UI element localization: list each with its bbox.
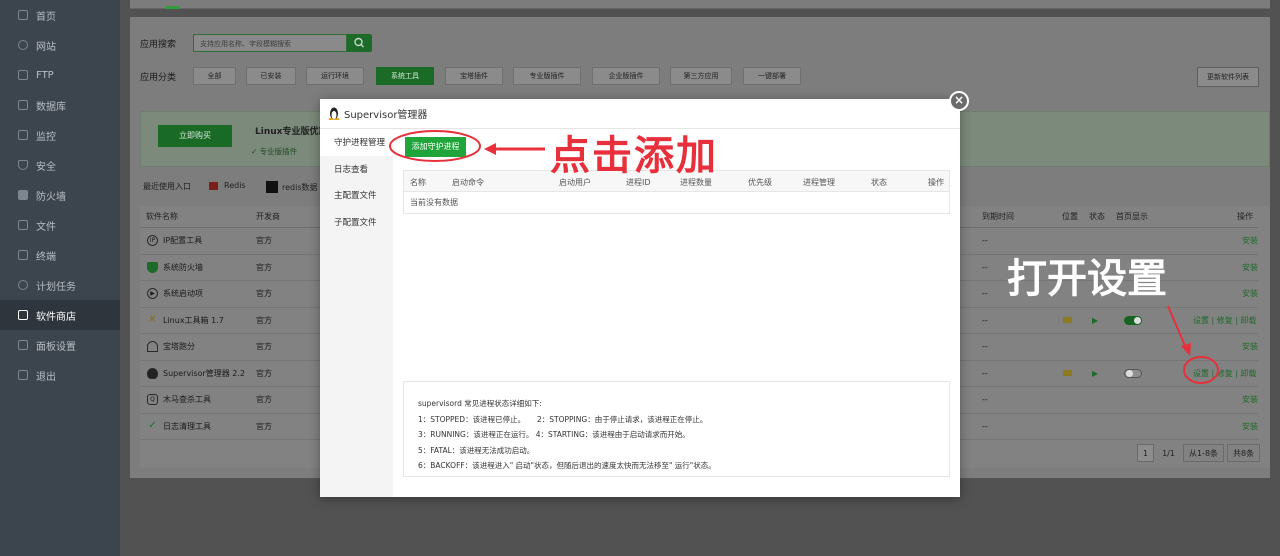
empty-message: 当前没有数据 (410, 198, 458, 207)
linux-penguin-icon (147, 367, 158, 379)
search-label: 应用搜索 (140, 40, 177, 50)
col-actions: 操作 (1237, 212, 1253, 221)
menu-sub-config[interactable]: 子配置文件 (320, 209, 393, 236)
tools-icon: ✕ (148, 313, 157, 325)
install-button[interactable]: 安装 (1242, 228, 1258, 254)
close-icon[interactable]: × (949, 91, 969, 111)
row-actions[interactable]: 设置 | 修复 | 卸载 (1193, 361, 1257, 387)
category-enterprise-plugins[interactable]: 企业版插件 (592, 67, 660, 85)
recent-item-redis[interactable]: Redis (209, 181, 246, 190)
category-label: 应用分类 (140, 73, 177, 83)
folder-icon (18, 220, 28, 230)
install-button[interactable]: 安装 (1242, 281, 1258, 307)
broom-icon: ✓ (148, 419, 157, 431)
clock-icon (18, 280, 28, 290)
category-bt-plugins[interactable]: 宝塔插件 (445, 67, 503, 85)
col-status: 状态 (1089, 212, 1105, 221)
sidebar-item-firewall[interactable]: 防火墙 (0, 180, 120, 210)
sidebar-item-files[interactable]: 文件 (0, 210, 120, 240)
globe-icon (18, 40, 28, 50)
sidebar-item-website[interactable]: 网站 (0, 30, 120, 60)
sidebar-item-terminal[interactable]: 终端 (0, 240, 120, 270)
sidebar-item-logout[interactable]: 退出 (0, 360, 120, 390)
update-list-button[interactable]: 更新软件列表 (1197, 67, 1259, 87)
shield-icon (18, 160, 28, 170)
promo-subtitle: ✓ 专业版插件 (251, 147, 298, 156)
shield-icon (147, 261, 158, 273)
sidebar-item-monitor[interactable]: 监控 (0, 120, 120, 150)
sidebar-item-home[interactable]: 首页 (0, 0, 120, 30)
ip-icon: IP (147, 235, 158, 247)
sidebar: 首页 网站 FTP 数据库 监控 安全 防火墙 文件 终端 计划任务 软件商店 … (0, 0, 120, 556)
annotation-open-settings: 打开设置 (1007, 256, 1167, 302)
home-display-toggle[interactable] (1124, 361, 1142, 387)
trojan-scan-icon: Q (147, 394, 158, 406)
modal-title: Supervisor管理器 (344, 110, 428, 121)
recent-label: 最近使用入口 (143, 182, 191, 191)
active-tab-indicator (166, 6, 180, 9)
play-icon[interactable]: ▶ (1092, 308, 1098, 334)
firewall-icon (18, 190, 28, 200)
page-count: 1/1 (1162, 448, 1175, 458)
top-tab-bar (130, 0, 1270, 9)
annotation-click-add: 点击添加 (550, 133, 718, 179)
home-display-toggle[interactable] (1124, 308, 1142, 334)
category-installed[interactable]: 已安装 (246, 67, 296, 85)
install-button[interactable]: 安装 (1242, 255, 1258, 281)
menu-log-view[interactable]: 日志查看 (320, 156, 393, 183)
search-input[interactable]: 支持应用名称、字段模糊搜索 (193, 34, 347, 52)
page-range: 从1-8条 (1182, 444, 1225, 462)
search-icon (354, 37, 364, 48)
col-home-display: 首页显示 (1116, 212, 1148, 221)
sidebar-item-settings[interactable]: 面板设置 (0, 330, 120, 360)
gauge-icon (147, 341, 158, 353)
folder-icon[interactable] (1063, 361, 1072, 387)
col-name: 软件名称 (146, 212, 178, 221)
col-expire: 到期时间 (982, 212, 1014, 221)
category-pro-plugins[interactable]: 专业版插件 (513, 67, 581, 85)
ftp-icon (18, 70, 28, 80)
row-actions[interactable]: 设置 | 修复 | 卸载 (1193, 308, 1257, 334)
terminal-icon (18, 250, 28, 260)
col-location: 位置 (1062, 212, 1078, 221)
pagination: 1 1/1 从1-8条 共8条 (1134, 443, 1261, 463)
category-all[interactable]: 全部 (193, 67, 236, 85)
menu-daemon-manage[interactable]: 守护进程管理 (320, 129, 393, 156)
category-runtime[interactable]: 运行环境 (306, 67, 364, 85)
logout-icon (18, 370, 28, 380)
home-icon (18, 10, 28, 20)
sidebar-item-ftp[interactable]: FTP (0, 60, 120, 90)
play-icon[interactable]: ▶ (1092, 361, 1098, 387)
install-button[interactable]: 安装 (1242, 414, 1258, 440)
recent-item-redis-data[interactable]: redis数据 (266, 181, 318, 193)
folder-icon[interactable] (1063, 308, 1072, 334)
sidebar-item-database[interactable]: 数据库 (0, 90, 120, 120)
settings-icon (18, 340, 28, 350)
install-button[interactable]: 安装 (1242, 387, 1258, 413)
promo-title: Linux专业版优惠 (255, 127, 328, 137)
col-developer: 开发商 (256, 212, 280, 221)
database-icon (18, 100, 28, 110)
monitor-icon (18, 130, 28, 140)
buy-now-button[interactable]: 立即购买 (158, 125, 232, 147)
play-circle-icon: ▶ (147, 288, 158, 300)
page-current[interactable]: 1 (1137, 444, 1155, 462)
sidebar-item-store[interactable]: 软件商店 (0, 300, 120, 330)
install-button[interactable]: 安装 (1242, 334, 1258, 360)
sidebar-item-cron[interactable]: 计划任务 (0, 270, 120, 300)
category-one-click-deploy[interactable]: 一键部署 (743, 67, 801, 85)
add-daemon-button[interactable]: 添加守护进程 (405, 137, 466, 157)
redis-icon (209, 181, 218, 190)
status-info-box: supervisord 常见进程状态详细如下: 1：STOPPED：该进程已停止… (403, 381, 950, 477)
redis-data-icon (266, 181, 278, 193)
grid-icon (18, 310, 28, 320)
sidebar-item-security[interactable]: 安全 (0, 150, 120, 180)
page-total: 共8条 (1227, 444, 1261, 462)
category-system-tools[interactable]: 系统工具 (376, 67, 434, 85)
linux-penguin-icon (328, 107, 340, 120)
menu-main-config[interactable]: 主配置文件 (320, 182, 393, 209)
search-button[interactable] (347, 34, 372, 52)
category-third-party[interactable]: 第三方应用 (670, 67, 732, 85)
modal-side-menu: 守护进程管理 日志查看 主配置文件 子配置文件 (320, 129, 393, 497)
